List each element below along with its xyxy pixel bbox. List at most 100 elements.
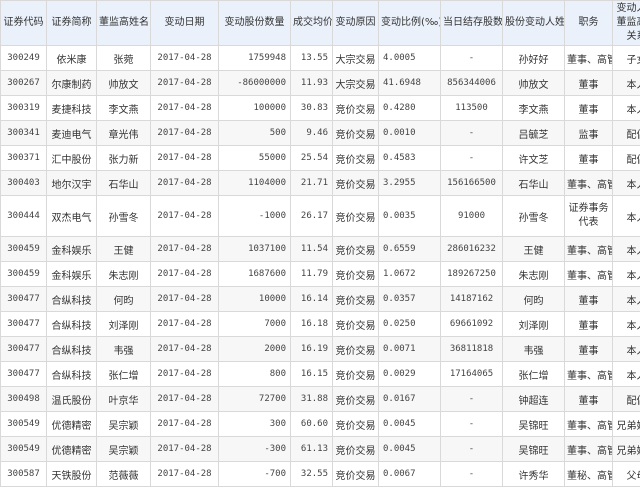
cell-position: 董秘、高管 xyxy=(564,461,613,487)
cell-executive-name: 张仁增 xyxy=(96,361,151,387)
table-row: 300587 天铁股份 范薇薇 2017-04-28 -700 32.55 竞价交易 0.00… xyxy=(0,461,640,487)
header-changer-name: 股份变动人姓名 xyxy=(502,0,565,46)
cell-relationship: 配偶 xyxy=(612,386,640,412)
cell-stock-name: 优德精密 xyxy=(46,411,97,437)
cell-change-reason: 竞价交易 xyxy=(332,170,379,196)
cell-position: 董事、高管 xyxy=(564,170,613,196)
cell-relationship: 兄弟姐妹 xyxy=(612,411,640,437)
cell-change-reason: 大宗交易 xyxy=(332,45,379,71)
cell-change-quantity: -300 xyxy=(218,436,291,462)
header-closing-shares: 当日结存股数 xyxy=(440,0,503,46)
cell-closing-shares: 69661092 xyxy=(440,311,503,337)
cell-change-date: 2017-04-28 xyxy=(150,70,219,96)
cell-executive-name: 孙雪冬 xyxy=(96,195,151,237)
cell-avg-price: 60.60 xyxy=(290,411,333,437)
cell-stock-name: 麦捷科技 xyxy=(46,95,97,121)
cell-avg-price: 16.15 xyxy=(290,361,333,387)
cell-stock-name: 双杰电气 xyxy=(46,195,97,237)
cell-relationship: 本人 xyxy=(612,361,640,387)
cell-avg-price: 16.19 xyxy=(290,336,333,362)
cell-change-ratio: 0.0029 xyxy=(378,361,441,387)
cell-position: 董事、高管 xyxy=(564,236,613,262)
cell-change-ratio: 4.0005 xyxy=(378,45,441,71)
cell-change-ratio: 3.2955 xyxy=(378,170,441,196)
share-change-table: 证券代码 证券简称 董监高姓名 变动日期 变动股份数量 成交均价 变动原因 变动… xyxy=(0,0,640,487)
cell-position: 董事 xyxy=(564,95,613,121)
cell-position: 董事、高管 xyxy=(564,261,613,287)
cell-avg-price: 9.46 xyxy=(290,120,333,146)
cell-closing-shares: 856344006 xyxy=(440,70,503,96)
cell-avg-price: 11.54 xyxy=(290,236,333,262)
cell-avg-price: 30.83 xyxy=(290,95,333,121)
cell-stock-name: 尔康制药 xyxy=(46,70,97,96)
cell-change-ratio: 0.0357 xyxy=(378,286,441,312)
header-relationship: 变动人与董监高的关系 xyxy=(612,0,640,46)
cell-change-reason: 竞价交易 xyxy=(332,436,379,462)
cell-change-date: 2017-04-28 xyxy=(150,411,219,437)
cell-executive-name: 刘泽刚 xyxy=(96,311,151,337)
table-row: 300249 依米康 张菀 2017-04-28 1759948 13.55 大宗交易 4.0… xyxy=(0,45,640,71)
cell-changer-name: 石华山 xyxy=(502,170,565,196)
cell-stock-name: 合纵科技 xyxy=(46,361,97,387)
cell-stock-name: 金科娱乐 xyxy=(46,236,97,262)
cell-closing-shares: 17164065 xyxy=(440,361,503,387)
cell-relationship: 本人 xyxy=(612,286,640,312)
cell-changer-name: 何昀 xyxy=(502,286,565,312)
cell-changer-name: 许秀华 xyxy=(502,461,565,487)
cell-change-quantity: 7000 xyxy=(218,311,291,337)
cell-executive-name: 张菀 xyxy=(96,45,151,71)
cell-relationship: 子女 xyxy=(612,45,640,71)
cell-changer-name: 帅放文 xyxy=(502,70,565,96)
cell-position: 证券事务代表 xyxy=(564,195,613,237)
cell-change-quantity: 1759948 xyxy=(218,45,291,71)
cell-executive-name: 李文燕 xyxy=(96,95,151,121)
cell-relationship: 兄弟姐妹 xyxy=(612,436,640,462)
cell-stock-name: 麦迪电气 xyxy=(46,120,97,146)
header-change-quantity: 变动股份数量 xyxy=(218,0,291,46)
cell-stock-code: 300341 xyxy=(0,120,47,146)
cell-changer-name: 朱志刚 xyxy=(502,261,565,287)
cell-changer-name: 许文芝 xyxy=(502,145,565,171)
cell-relationship: 本人 xyxy=(612,236,640,262)
cell-executive-name: 石华山 xyxy=(96,170,151,196)
cell-relationship: 本人 xyxy=(612,311,640,337)
cell-change-reason: 竞价交易 xyxy=(332,195,379,237)
table-row: 300549 优德精密 吴宗颖 2017-04-28 300 60.60 竞价交易 0.004… xyxy=(0,411,640,437)
cell-stock-name: 温氏股份 xyxy=(46,386,97,412)
cell-stock-code: 300444 xyxy=(0,195,47,237)
cell-avg-price: 21.71 xyxy=(290,170,333,196)
cell-change-quantity: 500 xyxy=(218,120,291,146)
cell-stock-code: 300249 xyxy=(0,45,47,71)
cell-position: 董事 xyxy=(564,145,613,171)
cell-closing-shares: - xyxy=(440,461,503,487)
cell-change-ratio: 0.0067 xyxy=(378,461,441,487)
cell-stock-name: 合纵科技 xyxy=(46,286,97,312)
cell-change-reason: 竞价交易 xyxy=(332,95,379,121)
cell-closing-shares: 14187162 xyxy=(440,286,503,312)
cell-closing-shares: 189267250 xyxy=(440,261,503,287)
cell-changer-name: 吴锦旺 xyxy=(502,436,565,462)
cell-closing-shares: - xyxy=(440,386,503,412)
cell-executive-name: 张力新 xyxy=(96,145,151,171)
cell-executive-name: 朱志刚 xyxy=(96,261,151,287)
cell-position: 董事 xyxy=(564,70,613,96)
cell-change-quantity: 1037100 xyxy=(218,236,291,262)
cell-change-reason: 竞价交易 xyxy=(332,261,379,287)
cell-executive-name: 帅放文 xyxy=(96,70,151,96)
cell-executive-name: 王健 xyxy=(96,236,151,262)
cell-change-ratio: 0.0071 xyxy=(378,336,441,362)
cell-stock-code: 300477 xyxy=(0,336,47,362)
table-row: 300459 金科娱乐 王健 2017-04-28 1037100 11.54 竞价交易 0.… xyxy=(0,236,640,262)
cell-stock-name: 合纵科技 xyxy=(46,336,97,362)
header-stock-code: 证券代码 xyxy=(0,0,47,46)
cell-relationship: 本人 xyxy=(612,95,640,121)
cell-closing-shares: 286016232 xyxy=(440,236,503,262)
cell-change-quantity: -86000000 xyxy=(218,70,291,96)
cell-position: 董事 xyxy=(564,386,613,412)
cell-stock-name: 汇中股份 xyxy=(46,145,97,171)
cell-change-ratio: 0.0167 xyxy=(378,386,441,412)
cell-changer-name: 孙雪冬 xyxy=(502,195,565,237)
cell-changer-name: 吕毓芝 xyxy=(502,120,565,146)
header-change-ratio: 变动比例(‰) xyxy=(378,0,441,46)
cell-stock-code: 300477 xyxy=(0,361,47,387)
